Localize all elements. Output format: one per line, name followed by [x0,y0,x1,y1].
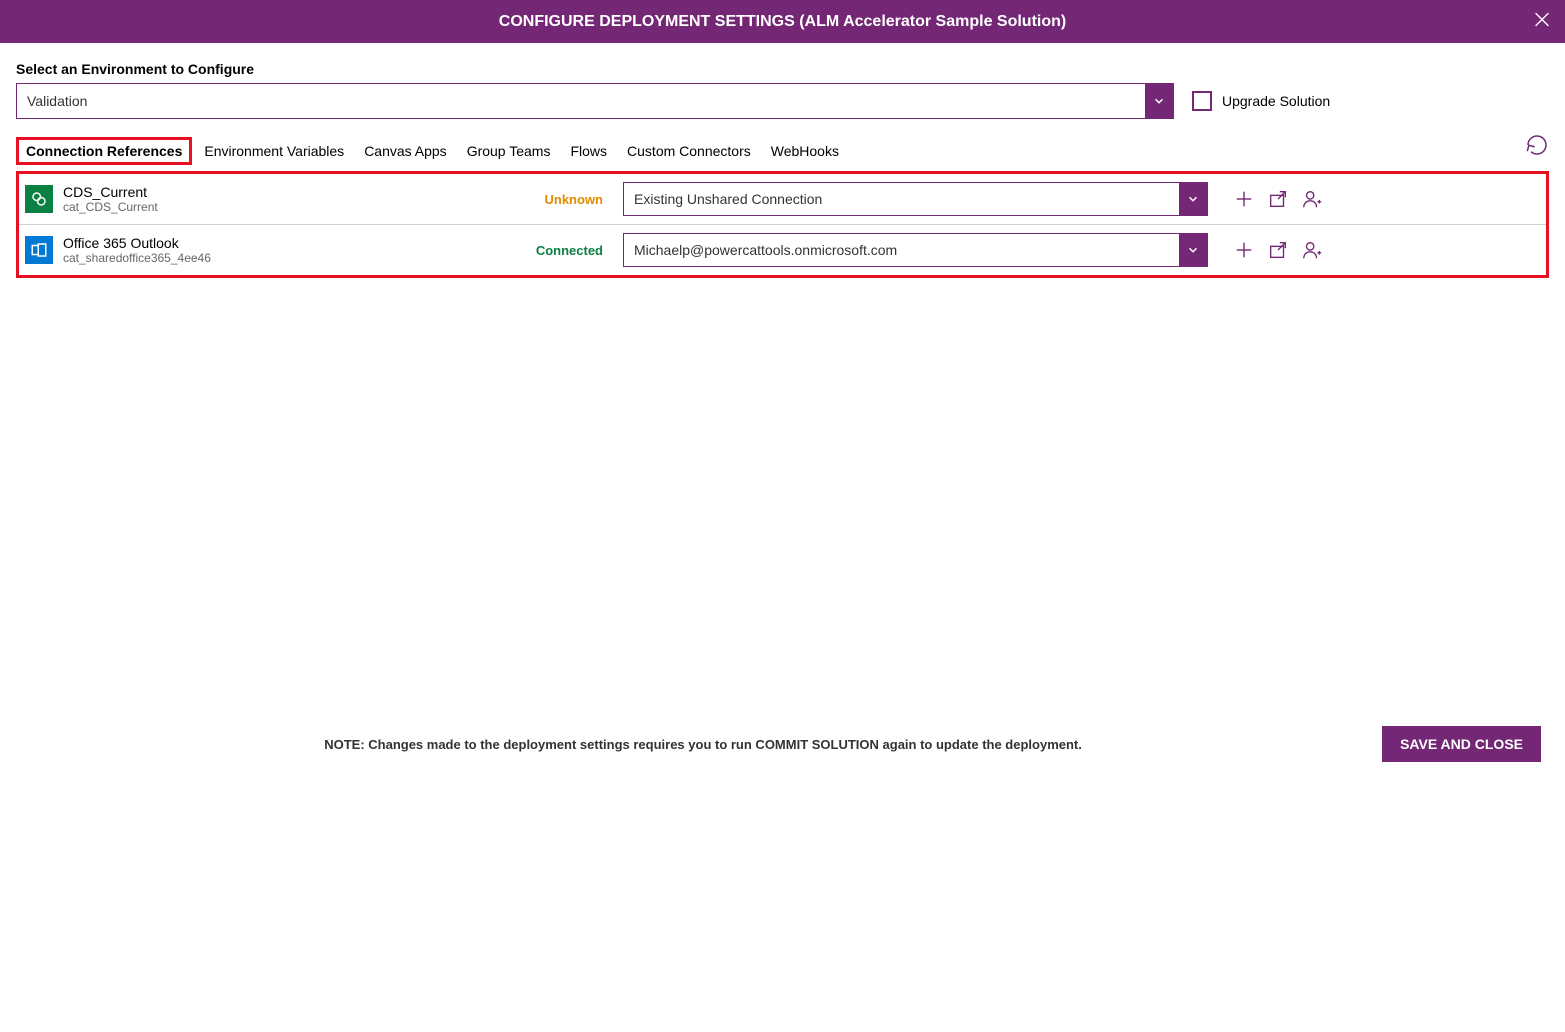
tab-custom-connectors[interactable]: Custom Connectors [619,139,759,163]
chevron-down-icon[interactable] [1145,84,1173,118]
connection-info: CDS_Current cat_CDS_Current [63,184,493,214]
connection-subname: cat_CDS_Current [63,200,493,214]
header-bar: CONFIGURE DEPLOYMENT SETTINGS (ALM Accel… [0,0,1565,43]
checkbox-icon [1192,91,1212,111]
upgrade-solution-checkbox[interactable]: Upgrade Solution [1192,91,1330,111]
add-icon[interactable] [1232,187,1256,211]
connection-info: Office 365 Outlook cat_sharedoffice365_4… [63,235,493,265]
chevron-down-icon[interactable] [1179,183,1207,215]
connection-actions [1232,187,1324,211]
add-user-icon[interactable] [1300,187,1324,211]
refresh-icon[interactable] [1525,133,1549,162]
connection-select-value: Existing Unshared Connection [624,183,1179,215]
outlook-icon [25,236,53,264]
connection-select-value: Michaelp@powercattools.onmicrosoft.com [624,234,1179,266]
connection-name: Office 365 Outlook [63,235,493,251]
connection-select[interactable]: Michaelp@powercattools.onmicrosoft.com [623,233,1208,267]
tab-flows[interactable]: Flows [562,139,615,163]
cds-icon [25,185,53,213]
chevron-down-icon[interactable] [1179,234,1207,266]
connection-status: Unknown [503,192,613,207]
environment-row: Validation Upgrade Solution [16,83,1549,119]
connections-container: CDS_Current cat_CDS_Current Unknown Exis… [16,171,1549,278]
save-and-close-button[interactable]: SAVE AND CLOSE [1382,726,1541,762]
open-external-icon[interactable] [1266,238,1290,262]
connection-name: CDS_Current [63,184,493,200]
environment-select[interactable]: Validation [16,83,1174,119]
connection-subname: cat_sharedoffice365_4ee46 [63,251,493,265]
environment-select-value: Validation [17,84,1145,118]
connection-select[interactable]: Existing Unshared Connection [623,182,1208,216]
content-area: Select an Environment to Configure Valid… [0,43,1565,278]
environment-label: Select an Environment to Configure [16,61,1549,77]
tab-group-teams[interactable]: Group Teams [459,139,559,163]
tab-connection-references[interactable]: Connection References [16,137,192,165]
upgrade-solution-label: Upgrade Solution [1222,93,1330,109]
tab-canvas-apps[interactable]: Canvas Apps [356,139,455,163]
tab-webhooks[interactable]: WebHooks [763,139,847,163]
footer: NOTE: Changes made to the deployment set… [0,726,1565,762]
connection-row: CDS_Current cat_CDS_Current Unknown Exis… [19,174,1546,225]
connection-row: Office 365 Outlook cat_sharedoffice365_4… [19,225,1546,275]
tabs-row: Connection References Environment Variab… [16,137,1549,165]
header-title: CONFIGURE DEPLOYMENT SETTINGS (ALM Accel… [499,13,1066,31]
connection-actions [1232,238,1324,262]
close-icon[interactable] [1531,8,1553,35]
open-external-icon[interactable] [1266,187,1290,211]
add-icon[interactable] [1232,238,1256,262]
connection-status: Connected [503,243,613,258]
add-user-icon[interactable] [1300,238,1324,262]
footer-note: NOTE: Changes made to the deployment set… [24,737,1382,752]
tab-environment-variables[interactable]: Environment Variables [196,139,352,163]
